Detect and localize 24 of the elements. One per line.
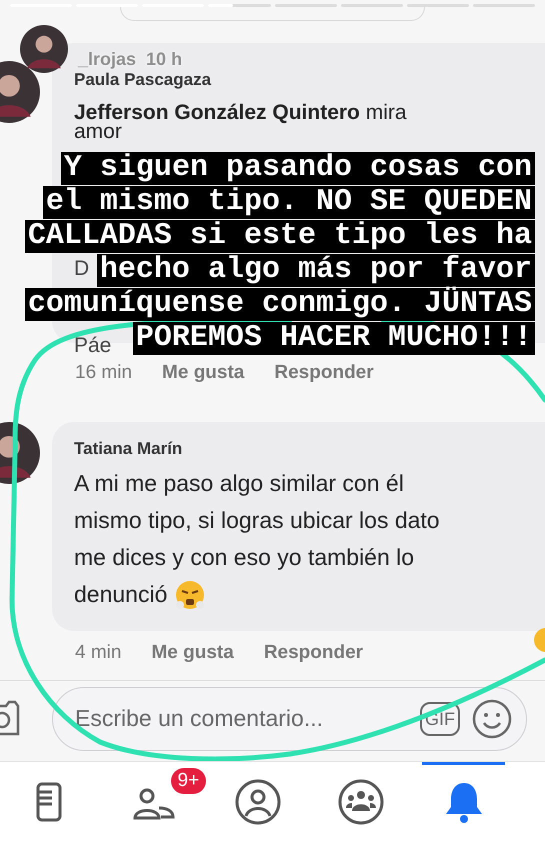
reply-link[interactable]: Responder [274, 359, 374, 388]
emoji-icon[interactable] [472, 698, 512, 738]
reply-link[interactable]: Responder [264, 639, 364, 668]
like-link[interactable]: Me gusta [151, 639, 234, 668]
comment-text-line: mismo tipo, si logras ubicar los dato [74, 506, 440, 535]
profile-icon[interactable] [234, 778, 282, 826]
mention-link[interactable]: Jefferson González Quintero [74, 100, 360, 124]
feed-icon[interactable] [36, 780, 62, 824]
comment-author[interactable]: Tatiana Marín [74, 436, 543, 461]
comment-text: mira [366, 100, 407, 124]
groups-icon[interactable] [336, 778, 384, 826]
comment-text-line: me dices y con eso yo también lo [74, 543, 414, 572]
like-link[interactable]: Me gusta [162, 359, 244, 388]
comment-text-fragment: Páe [74, 333, 112, 359]
comment-text: amor [74, 120, 122, 142]
angry-face-emoji-icon [175, 580, 206, 610]
notification-badge: 9+ [170, 768, 206, 794]
comment-text-line: denunció [74, 580, 168, 609]
comment-text-fragment: D [74, 256, 90, 282]
camera-icon[interactable] [0, 700, 20, 738]
avatar [20, 25, 68, 73]
comment-text-line: A mi me paso algo similar con él [74, 469, 404, 498]
comment-time: 4 min [75, 641, 122, 665]
comment-time: 16 min [75, 361, 132, 385]
